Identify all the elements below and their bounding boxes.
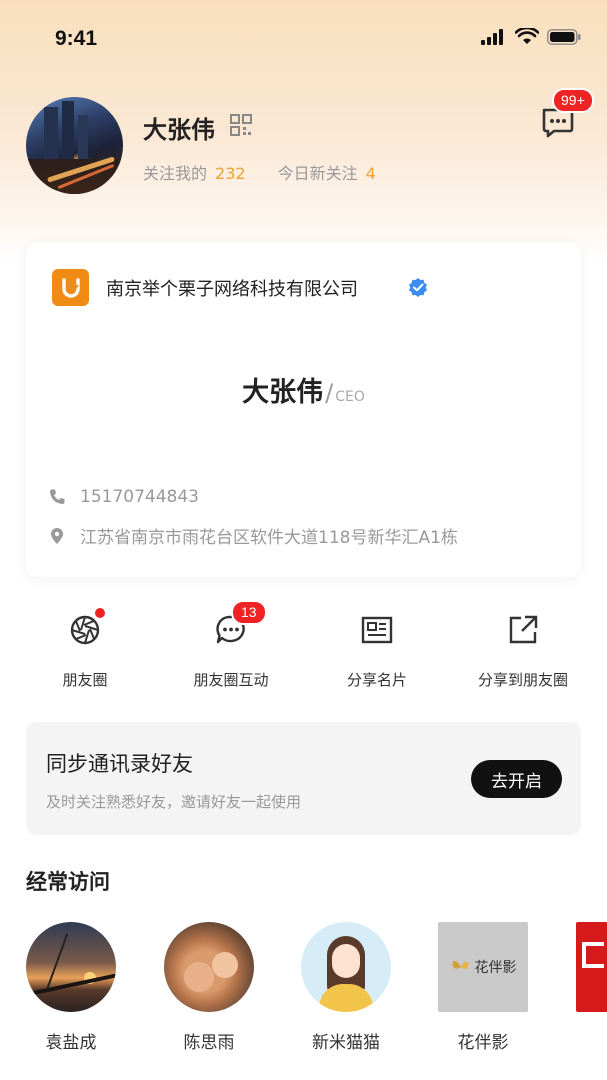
followers-stat[interactable]: 关注我的 232: [143, 160, 246, 184]
company-logo: [52, 269, 89, 306]
company-name: 南京举个栗子网络科技有限公司: [106, 279, 358, 300]
contact-avatar: 花伴影: [438, 922, 528, 1012]
address-row[interactable]: 江苏省南京市雨花台区软件大道118号新华汇A1栋: [48, 523, 458, 548]
sync-contacts-banner: 同步通讯录好友 及时关注熟悉好友，邀请好友一起使用 去开启: [26, 722, 581, 835]
action-label: 朋友圈: [62, 671, 108, 689]
status-bar: 9:41: [0, 0, 607, 80]
business-card[interactable]: 南京举个栗子网络科技有限公司 大张伟/CEO 15170744843 江苏省南京…: [26, 242, 581, 577]
verified-icon: [409, 278, 427, 297]
contact-name: 召: [576, 1028, 607, 1053]
card-title: CEO: [335, 389, 365, 405]
message-badge: 99+: [552, 88, 594, 113]
location-pin-icon: [51, 527, 63, 544]
profile-name: 大张伟: [143, 116, 215, 144]
share-external-icon: [509, 615, 538, 644]
butterfly-logo-icon: [452, 960, 468, 969]
contact-item[interactable]: 召: [576, 922, 607, 1053]
frequent-contacts-list: 袁盐成 陈思雨 新米猫猫 花伴影 花伴影 召: [0, 922, 607, 1062]
action-moments[interactable]: 朋友圈: [15, 606, 155, 690]
contact-name: 花伴影: [457, 1033, 509, 1053]
sync-title: 同步通讯录好友: [46, 752, 193, 776]
contact-avatar: [576, 922, 607, 1012]
action-moments-interaction[interactable]: 朋友圈互动 13: [161, 600, 301, 690]
follow-stats: 关注我的 232 今日新关注 4: [143, 160, 376, 184]
action-label: 朋友圈互动: [193, 671, 269, 689]
wifi-icon: [515, 28, 539, 44]
qr-code-icon[interactable]: [229, 113, 253, 137]
sync-description: 及时关注熟悉好友，邀请好友一起使用: [46, 793, 302, 811]
new-follows-stat[interactable]: 今日新关注 4: [278, 160, 376, 184]
action-label: 分享到朋友圈: [477, 671, 568, 689]
address-text: 江苏省南京市雨花台区软件大道118号新华汇A1栋: [80, 528, 458, 548]
status-time: 9:41: [55, 27, 98, 50]
profile-avatar[interactable]: [26, 97, 123, 194]
contact-name: 陈思雨: [183, 1033, 235, 1053]
phone-row[interactable]: 15170744843: [48, 487, 199, 507]
phone-icon: [50, 489, 65, 504]
new-follows-label: 今日新关注: [277, 164, 358, 183]
contact-avatar: [26, 922, 116, 1012]
phone-number: 15170744843: [80, 487, 199, 507]
company-logo-icon: [61, 277, 80, 298]
battery-icon: [547, 28, 581, 45]
signal-icon: [481, 28, 503, 45]
action-share-moments[interactable]: 分享到朋友圈: [453, 612, 593, 690]
contact-avatar: [164, 922, 254, 1012]
contact-name: 袁盐成: [45, 1033, 97, 1053]
interaction-badge: 13: [231, 600, 267, 625]
moments-new-dot: [93, 606, 107, 620]
contact-avatar: [301, 922, 391, 1012]
followers-count: 232: [215, 164, 246, 183]
quick-actions: 朋友圈 朋友圈互动 13 分享名片 分享到朋友圈: [0, 600, 607, 698]
contact-item[interactable]: 花伴影 花伴影: [438, 922, 528, 1053]
contact-item[interactable]: 新米猫猫: [301, 922, 391, 1053]
card-name: 大张伟: [242, 377, 324, 408]
enable-sync-button[interactable]: 去开启: [471, 760, 562, 798]
contact-item[interactable]: 袁盐成: [26, 922, 116, 1053]
status-icons: [481, 28, 581, 45]
card-icon: [361, 616, 393, 644]
card-person: 大张伟/CEO: [26, 370, 581, 409]
followers-label: 关注我的: [143, 164, 208, 183]
card-separator: /: [325, 379, 334, 407]
frequent-visits-title: 经常访问: [26, 870, 110, 894]
new-follows-count: 4: [365, 164, 376, 183]
action-label: 分享名片: [346, 671, 407, 689]
contact-item[interactable]: 陈思雨: [164, 922, 254, 1053]
contact-logo-text: 花伴影: [474, 960, 517, 976]
action-share-card[interactable]: 分享名片: [307, 612, 447, 690]
contact-name: 新米猫猫: [312, 1033, 380, 1053]
